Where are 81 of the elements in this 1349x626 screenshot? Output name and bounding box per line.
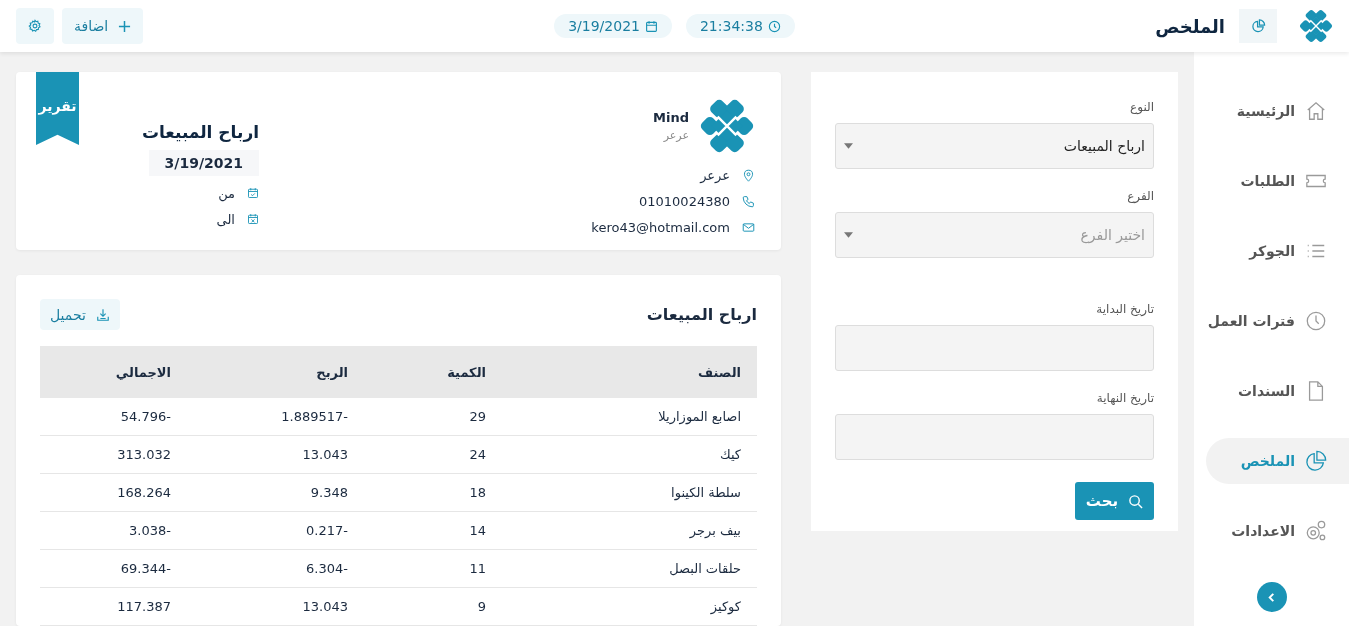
table-cell: حلقات البصل (498, 549, 757, 588)
column-header: الربح (183, 346, 360, 398)
sidebar-item[interactable]: الاعدادات (1194, 508, 1349, 554)
table-cell: 117.387 (40, 587, 183, 626)
settings-icon (1305, 520, 1327, 542)
calendar-check-icon (247, 187, 259, 199)
report-ribbon: تقرير (36, 72, 79, 145)
table-cell: 29 (360, 398, 498, 436)
table-cell: سلطة الكينوا (498, 473, 757, 512)
clock-icon (767, 19, 781, 33)
table-cell: بيف برجر (498, 511, 757, 550)
phone-icon (742, 194, 755, 208)
table-cell: -54.796 (40, 398, 183, 436)
pie-chart-icon (1239, 9, 1277, 43)
field-label: النوع (1129, 100, 1154, 114)
settings-button[interactable] (16, 8, 54, 44)
phone-text: 01010024380 (639, 193, 730, 209)
report-title: ارباح المبيعات (141, 122, 259, 142)
table-cell: 18 (360, 473, 498, 512)
logo-icon (699, 98, 755, 154)
table-cell: 11 (360, 549, 498, 588)
table-cell: اصابع الموزاريلا (498, 398, 757, 436)
type-select[interactable]: ارباح المبيعات (835, 123, 1154, 169)
table-cell: 313.032 (40, 435, 183, 474)
download-button[interactable]: تحميل (40, 299, 120, 330)
table-cell: 13.043 (183, 435, 360, 474)
field-label: تاريخ البداية (1095, 302, 1154, 316)
table-cell: -6.304 (183, 549, 360, 588)
field-label: الفرع (1126, 189, 1154, 203)
sidebar-item[interactable]: السندات (1194, 368, 1349, 414)
table-cell: 14 (360, 511, 498, 550)
company-city: عرعر (662, 129, 689, 142)
time-chip: 21:34:38 (685, 14, 795, 38)
email-text: kero43@hotmail.com (591, 219, 730, 235)
column-header: الصنف (498, 346, 757, 398)
pie-chart-icon (1305, 450, 1327, 472)
to-label: الى (216, 211, 235, 227)
calendar-x-icon (247, 213, 259, 225)
table-cell: 13.043 (183, 587, 360, 626)
table-cell: 24 (360, 435, 498, 474)
column-header: الاجمالي (40, 346, 183, 398)
table-cell: -1.889517 (183, 398, 360, 436)
sidebar-item[interactable]: الطلبات (1194, 158, 1349, 204)
home-icon (1305, 100, 1327, 122)
table-cell: كوكيز (498, 587, 757, 626)
field-label: تاريخ النهاية (1095, 391, 1154, 405)
company-name: Mind (653, 110, 689, 125)
sidebar-item[interactable]: فترات العمل (1194, 298, 1349, 344)
date-chip: 3/19/2021 (554, 14, 672, 38)
table-title: ارباح المبيعات (646, 305, 757, 324)
search-button[interactable]: بحث (1075, 482, 1154, 520)
table-cell: -0.217 (183, 511, 360, 550)
dropdown-caret-icon (844, 232, 853, 238)
table-cell: -69.344 (40, 549, 183, 588)
clock-icon (1305, 310, 1327, 332)
settings-icon (28, 19, 42, 33)
report-date: 3/19/2021 (148, 150, 259, 176)
end-date-field[interactable] (835, 414, 1154, 460)
mail-icon (742, 220, 755, 234)
calendar-icon (644, 19, 658, 33)
add-button[interactable]: اضافة (62, 8, 144, 44)
table-cell: 9 (360, 587, 498, 626)
download-icon (95, 307, 110, 322)
start-date-field[interactable] (835, 325, 1154, 371)
table-cell: -3.038 (40, 511, 183, 550)
chevron-icon (1266, 591, 1277, 603)
column-header: الكمية (360, 346, 498, 398)
table-cell: 168.264 (40, 473, 183, 512)
table-cell: 9.348 (183, 473, 360, 512)
page-title: الملخص (1155, 15, 1225, 37)
table-cell: كيك (498, 435, 757, 474)
address-text: عرعر (700, 167, 730, 183)
plus-icon (118, 19, 132, 33)
search-icon (1128, 493, 1144, 509)
sidebar-item[interactable]: الجوكر (1194, 228, 1349, 274)
from-label: من (218, 185, 235, 201)
dropdown-caret-icon (844, 143, 853, 149)
sidebar-item[interactable]: الرئيسية (1194, 88, 1349, 134)
location-pin-icon (742, 168, 755, 182)
logo-icon (1299, 9, 1333, 43)
expand-button[interactable] (1256, 582, 1287, 612)
